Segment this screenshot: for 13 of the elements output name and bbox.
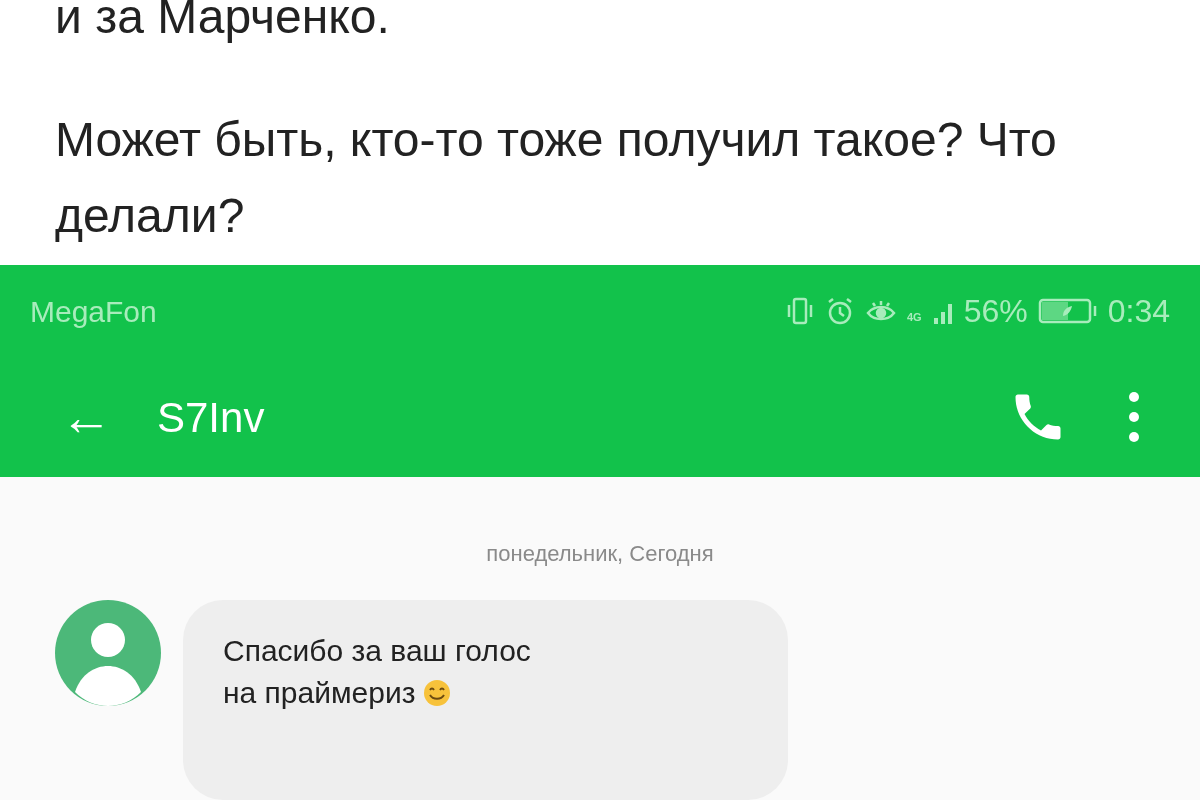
battery-icon	[1037, 297, 1098, 326]
contact-name: S7Inv	[157, 392, 265, 443]
date-label: понедельник, Сегодня	[486, 540, 714, 568]
message-text: Спасибо за ваш голос на праймериз	[223, 633, 532, 711]
avatar-icon	[55, 600, 161, 706]
article-text: и за Марченко.	[55, 0, 391, 42]
carrier-name: MegaFon	[30, 293, 157, 330]
vibrate-icon	[785, 296, 815, 327]
clock: 0:34	[1107, 292, 1170, 332]
article-text: Может быть, кто-то тоже получил такое? Что делали?	[55, 112, 1058, 244]
network-type: 4G	[907, 310, 922, 326]
back-button[interactable]: ←	[60, 391, 112, 444]
battery-percent: 56%	[963, 292, 1028, 332]
